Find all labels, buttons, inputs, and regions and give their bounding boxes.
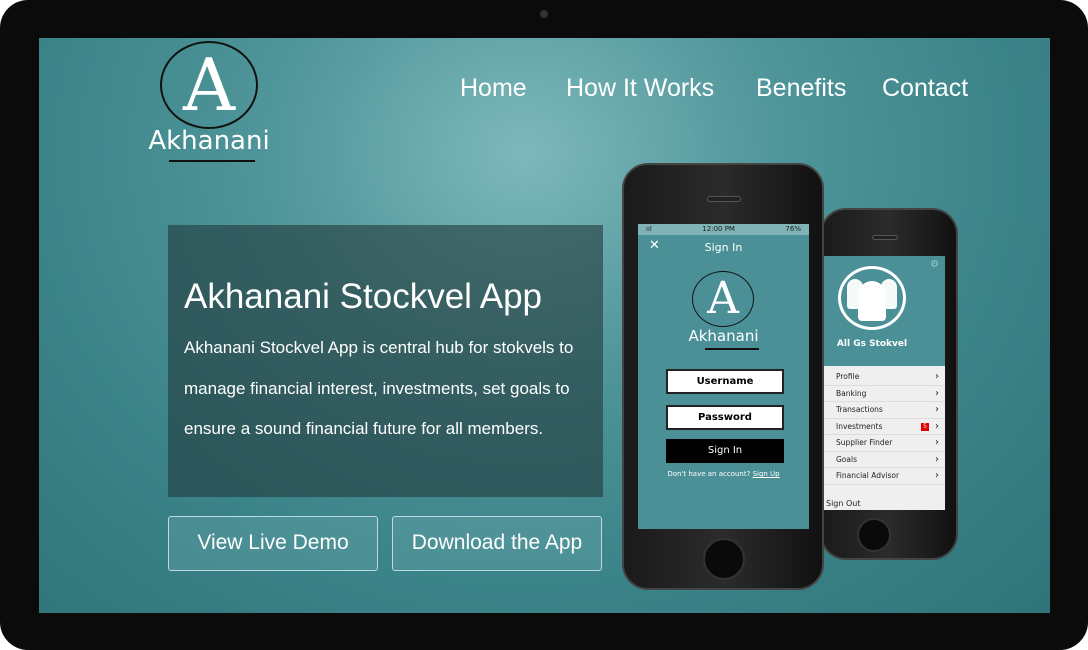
app-logo-text: Akhanani bbox=[688, 327, 759, 345]
nav-home[interactable]: Home bbox=[460, 74, 527, 103]
sign-out-link[interactable]: Sign Out bbox=[822, 485, 945, 508]
menu-item-banking[interactable]: Banking › bbox=[822, 386, 945, 402]
nav-contact[interactable]: Contact bbox=[882, 74, 968, 103]
signup-link[interactable]: Sign Up bbox=[753, 470, 780, 478]
nav-benefits[interactable]: Benefits bbox=[756, 74, 846, 103]
settings-gear-icon[interactable]: ⚙ bbox=[930, 259, 939, 270]
menu-item-investments[interactable]: Investments 5 › bbox=[822, 419, 945, 435]
logo-text[interactable]: Akhanani bbox=[139, 126, 279, 156]
camera bbox=[540, 10, 548, 18]
nav-how-it-works[interactable]: How It Works bbox=[566, 74, 714, 103]
signin-button[interactable]: Sign In bbox=[666, 439, 784, 463]
password-field[interactable]: Password bbox=[666, 405, 784, 430]
status-bar: ııl 12:00 PM 76% bbox=[638, 224, 809, 235]
menu-item-financial-advisor[interactable]: Financial Advisor › bbox=[822, 468, 945, 485]
download-app-button[interactable]: Download the App bbox=[392, 516, 602, 571]
investments-badge: 5 bbox=[921, 422, 929, 431]
view-live-demo-button[interactable]: View Live Demo bbox=[168, 516, 378, 571]
phone-home-button bbox=[857, 518, 891, 552]
menu-item-goals[interactable]: Goals › bbox=[822, 452, 945, 468]
username-field[interactable]: Username bbox=[666, 369, 784, 394]
logo-underline bbox=[169, 160, 255, 162]
menu-item-supplier-finder[interactable]: Supplier Finder › bbox=[822, 435, 945, 452]
menu-item-transactions[interactable]: Transactions › bbox=[822, 402, 945, 419]
app-logo-mark: A bbox=[692, 271, 754, 327]
phone-speaker bbox=[872, 235, 898, 240]
logo-underline bbox=[705, 348, 759, 350]
hero-description: Akhanani Stockvel App is central hub for… bbox=[184, 338, 574, 438]
signin-title: Sign In bbox=[704, 241, 743, 254]
menu-item-profile[interactable]: Profile › bbox=[822, 369, 945, 386]
hero-panel: Akhanani Stockvel App Akhanani Stockvel … bbox=[168, 225, 603, 497]
phone-home-button bbox=[703, 538, 745, 580]
hero-title: Akhanani Stockvel App bbox=[184, 277, 543, 316]
website-screen: A Akhanani Home How It Works Benefits Co… bbox=[39, 38, 1050, 613]
signin-screen: ııl 12:00 PM 76% ✕ Sign In A Akhanani User… bbox=[638, 224, 809, 529]
group-name: All Gs Stokvel bbox=[836, 339, 908, 349]
no-account-text: Don't have an account? bbox=[667, 470, 751, 478]
group-avatar-icon bbox=[838, 266, 906, 330]
logo-mark[interactable]: A bbox=[160, 41, 258, 129]
menu-screen: ⚙ All Gs Stokvel Profile › Banking › Trans… bbox=[822, 256, 945, 510]
phone-speaker bbox=[707, 196, 741, 202]
